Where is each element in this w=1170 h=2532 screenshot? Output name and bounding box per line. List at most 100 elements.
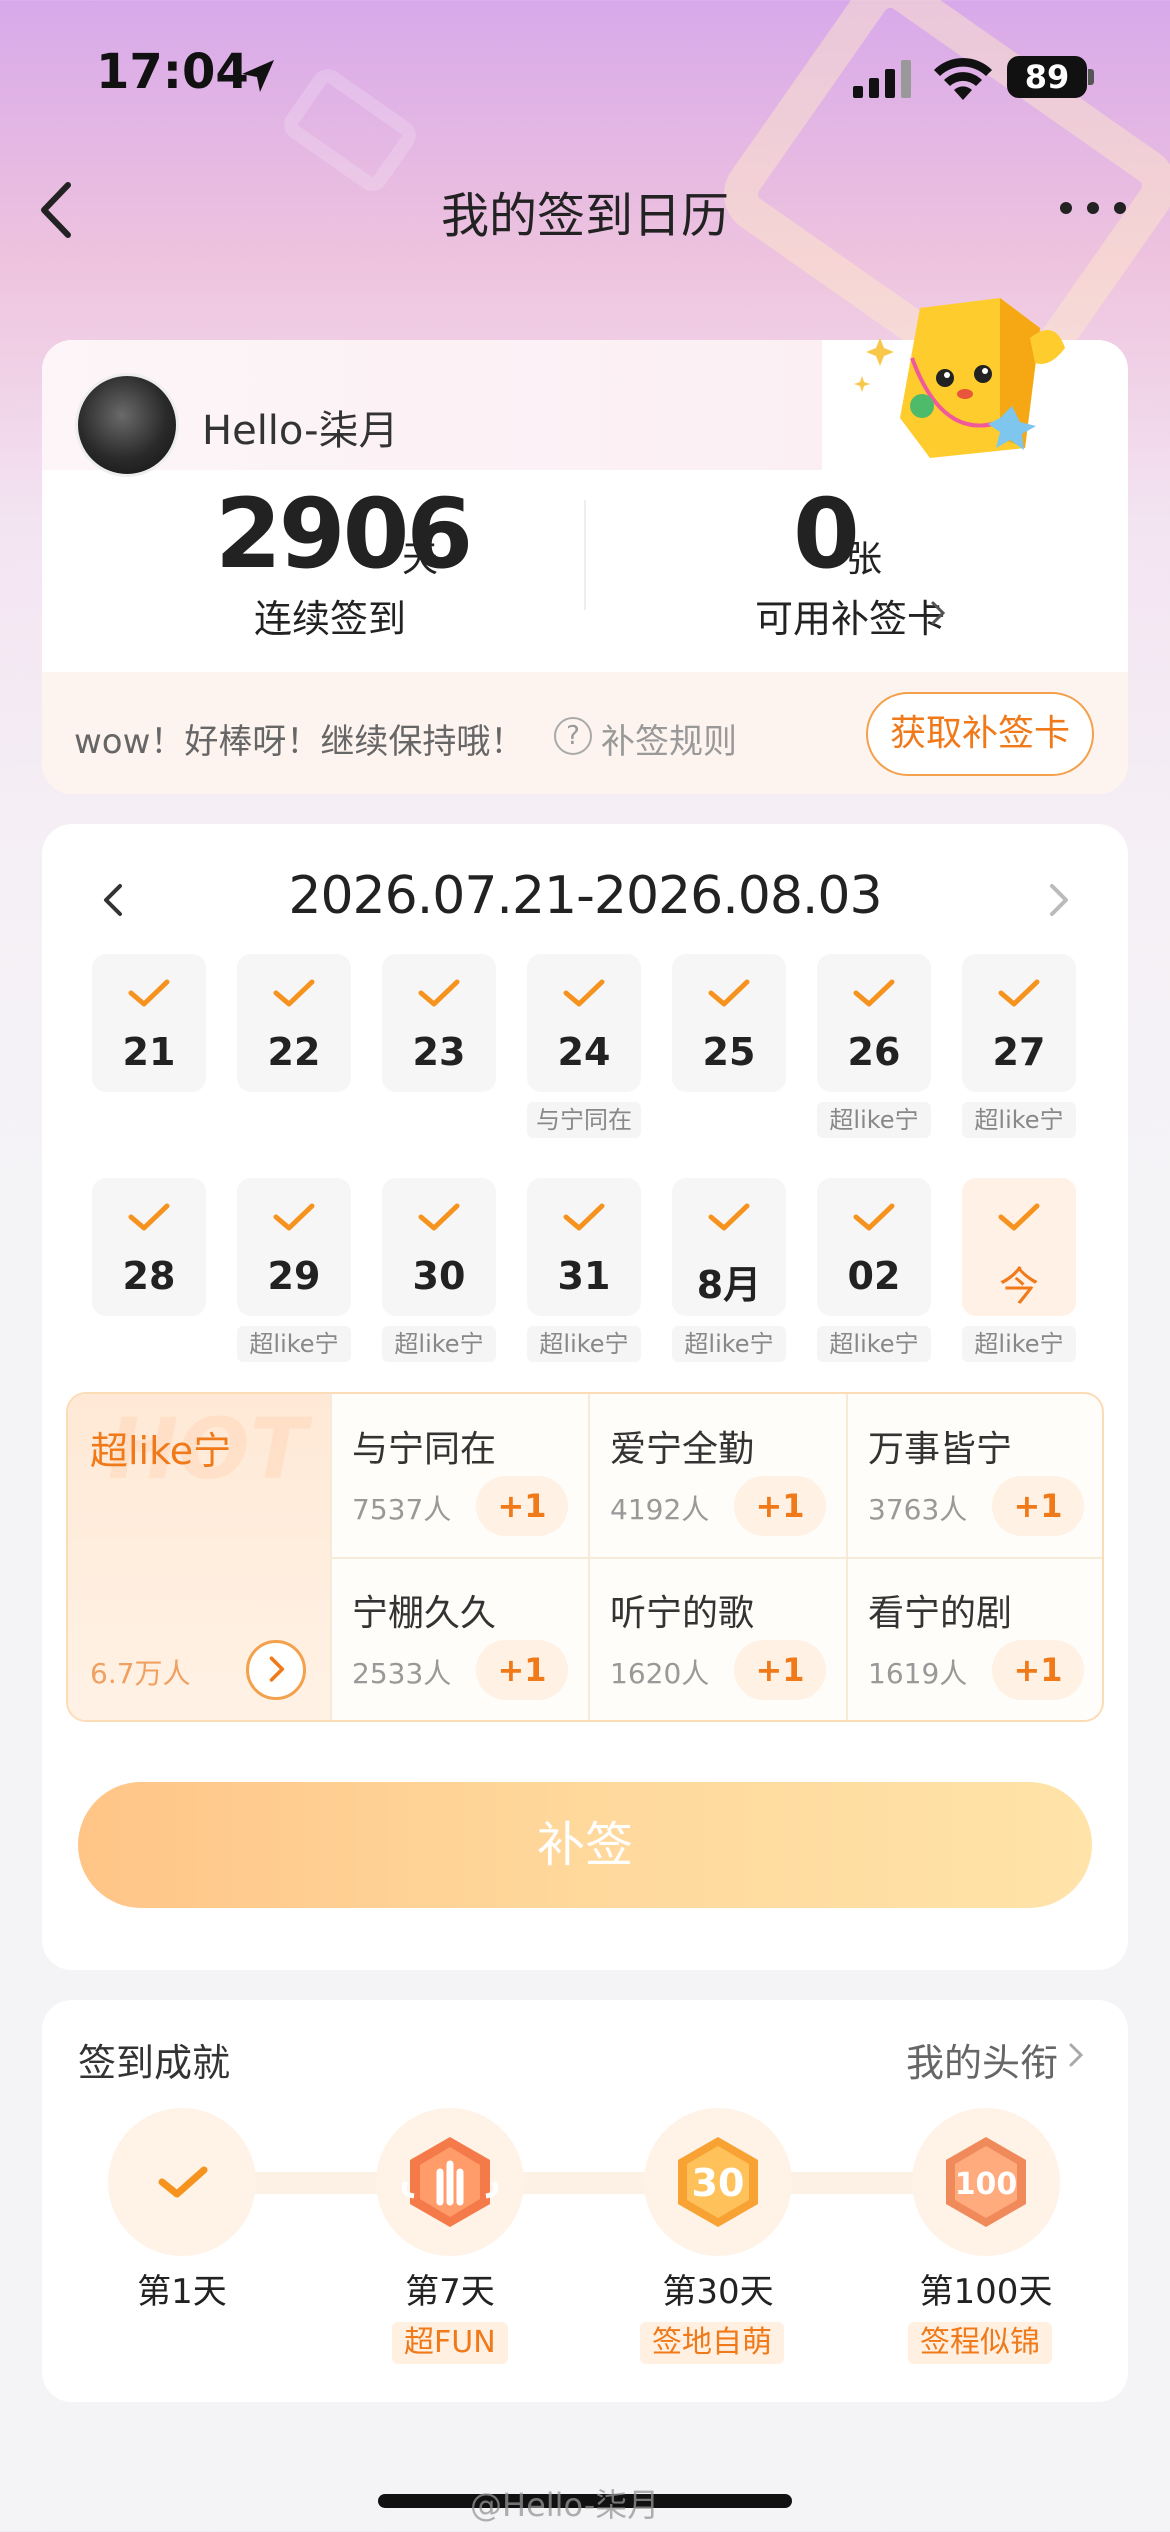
calendar-day[interactable]: 29 [237, 1178, 351, 1316]
day-number: 28 [122, 1254, 176, 1298]
topic-count: 7537人 [352, 1493, 452, 1526]
calendar-day[interactable]: 23 [382, 954, 496, 1092]
calendar-day[interactable]: 27 [962, 954, 1076, 1092]
calendar-day[interactable]: 31 [527, 1178, 641, 1316]
day-number: 26 [847, 1030, 901, 1074]
plus-one-button[interactable]: +1 [476, 1476, 568, 1536]
day-number: 29 [267, 1254, 321, 1298]
calendar-day[interactable]: 28 [92, 1178, 206, 1316]
my-titles-link[interactable]: 我的头衔 [906, 2032, 1058, 2087]
achievement-day-label: 第30天 [662, 2272, 774, 2312]
day-topic-tag: 超like宁 [817, 1326, 931, 1362]
mascot-illustration [854, 298, 1065, 458]
check-icon [128, 979, 170, 1007]
topic-count: 2533人 [352, 1657, 452, 1690]
topic-name[interactable]: 爱宁全勤 [610, 1420, 754, 1472]
question-circle-icon[interactable]: ? [554, 717, 592, 755]
location-arrow-icon [242, 60, 274, 92]
get-makeup-card-button[interactable]: 获取补签卡 [866, 692, 1094, 776]
featured-topic-count: 6.7万人 [90, 1657, 191, 1690]
topic-name[interactable]: 听宁的歌 [610, 1584, 754, 1636]
day-topic-tag: 超like宁 [382, 1326, 496, 1362]
topic-name[interactable]: 宁棚久久 [352, 1584, 496, 1636]
day-topic-tag: 超like宁 [672, 1326, 786, 1362]
topic-name[interactable]: 看宁的剧 [868, 1584, 1012, 1636]
check-icon [128, 1203, 170, 1231]
check-icon [853, 1203, 895, 1231]
30-days-badge-icon: 30 [678, 2137, 758, 2227]
calendar-day[interactable]: 26 [817, 954, 931, 1092]
plus-one-button[interactable]: +1 [992, 1476, 1084, 1536]
achievement-title-badge: 超FUN [392, 2322, 508, 2364]
makeup-card-label[interactable]: 可用补签卡 [700, 588, 1000, 643]
svg-text:30: 30 [692, 2161, 745, 2205]
day-number: 24 [557, 1030, 611, 1074]
day-number: 02 [847, 1254, 901, 1298]
check-icon [273, 1203, 315, 1231]
day-number: 今 [999, 1264, 1039, 1310]
check-icon [998, 1203, 1040, 1231]
achievement-medal-day30[interactable]: 30 [644, 2108, 792, 2256]
achievement-medal-day100[interactable]: 100 [912, 2108, 1060, 2256]
day-topic-tag: 超like宁 [962, 1102, 1076, 1138]
calendar-day[interactable]: 25 [672, 954, 786, 1092]
achievement-title-badge: 签地自萌 [640, 2322, 784, 2364]
achievement-title-badge: 签程似锦 [908, 2322, 1052, 2364]
streak-unit: 天 [402, 539, 439, 580]
day-number: 30 [412, 1254, 466, 1298]
plus-one-button[interactable]: +1 [992, 1640, 1084, 1700]
status-time: 17:04 [96, 44, 249, 100]
day-number: 25 [702, 1030, 756, 1074]
topic-count: 4192人 [610, 1493, 710, 1526]
day-number: 23 [412, 1030, 466, 1074]
achievement-day-label: 第7天 [405, 2272, 495, 2312]
check-icon [708, 979, 750, 1007]
calendar-day[interactable]: 24 [527, 954, 641, 1092]
rock-hand-badge-icon [401, 2137, 499, 2227]
day-topic-tag: 超like宁 [237, 1326, 351, 1362]
more-options-icon[interactable] [1058, 196, 1128, 220]
plus-one-button[interactable]: +1 [734, 1640, 826, 1700]
topic-name[interactable]: 万事皆宁 [868, 1420, 1012, 1472]
streak-label: 连续签到 [253, 597, 406, 641]
calendar-day[interactable]: 22 [237, 954, 351, 1092]
check-icon [853, 979, 895, 1007]
calendar-day[interactable]: 8月 [672, 1178, 786, 1316]
plus-one-button[interactable]: +1 [476, 1640, 568, 1700]
day-topic-tag: 超like宁 [817, 1102, 931, 1138]
chevron-right-icon[interactable] [1066, 2040, 1086, 2070]
day-number: 27 [992, 1030, 1046, 1074]
page-title: 我的签到日历 [440, 188, 729, 244]
check-icon [563, 1203, 605, 1231]
makeup-sign-in-button[interactable]: 补签 [78, 1782, 1092, 1908]
calendar-day-today[interactable]: 今 [962, 1178, 1076, 1316]
check-icon [418, 979, 460, 1007]
plus-one-button[interactable]: +1 [734, 1476, 826, 1536]
achievement-medal-day7[interactable] [376, 2108, 524, 2256]
day-number: 21 [122, 1030, 176, 1074]
featured-topic-name[interactable]: 超like宁 [90, 1420, 231, 1475]
topic-count: 1620人 [610, 1657, 710, 1690]
calendar-date-range: 2026.07.21-2026.08.03 [288, 866, 882, 926]
check-icon [273, 979, 315, 1007]
battery-tip [1088, 69, 1094, 85]
stat-divider [584, 500, 586, 610]
check-icon [563, 979, 605, 1007]
encourage-message: wow！好棒呀！继续保持哦！ [74, 722, 525, 762]
calendar-day[interactable]: 02 [817, 1178, 931, 1316]
topic-count: 3763人 [868, 1493, 968, 1526]
avatar[interactable] [75, 373, 179, 477]
makeup-card-unit: 张 [846, 539, 883, 580]
chevron-right-circle-icon[interactable] [246, 1640, 306, 1700]
achievement-medal-day1[interactable] [108, 2108, 256, 2256]
day-topic-tag: 超like宁 [962, 1326, 1076, 1362]
chevron-right-icon[interactable] [928, 598, 948, 628]
chevron-right-icon[interactable] [1046, 880, 1074, 920]
calendar-day[interactable]: 21 [92, 954, 206, 1092]
calendar-day[interactable]: 30 [382, 1178, 496, 1316]
day-number: 8月 [696, 1263, 762, 1307]
topic-name[interactable]: 与宁同在 [352, 1420, 496, 1472]
makeup-rules-link[interactable]: 补签规则 [601, 714, 737, 763]
check-icon [708, 1203, 750, 1231]
check-icon [418, 1203, 460, 1231]
